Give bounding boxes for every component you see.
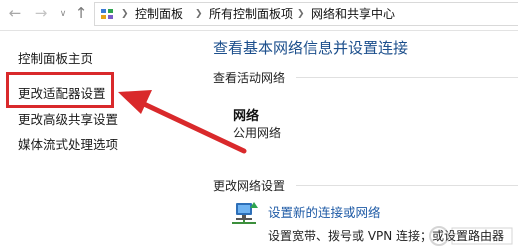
watermark-logo [429, 226, 513, 246]
network-setup-icon [232, 202, 258, 224]
page-title: 查看基本网络信息并设置连接 [213, 39, 409, 57]
section-divider [296, 185, 518, 186]
change-settings-label: 更改网络设置 [213, 179, 286, 193]
setup-connection-link[interactable]: 设置新的连接或网络 [268, 202, 381, 221]
active-networks-label: 查看活动网络 [213, 71, 286, 85]
network-type: 公用网络 [233, 126, 282, 140]
network-name: 网络 [233, 109, 260, 124]
section-divider [296, 77, 518, 78]
